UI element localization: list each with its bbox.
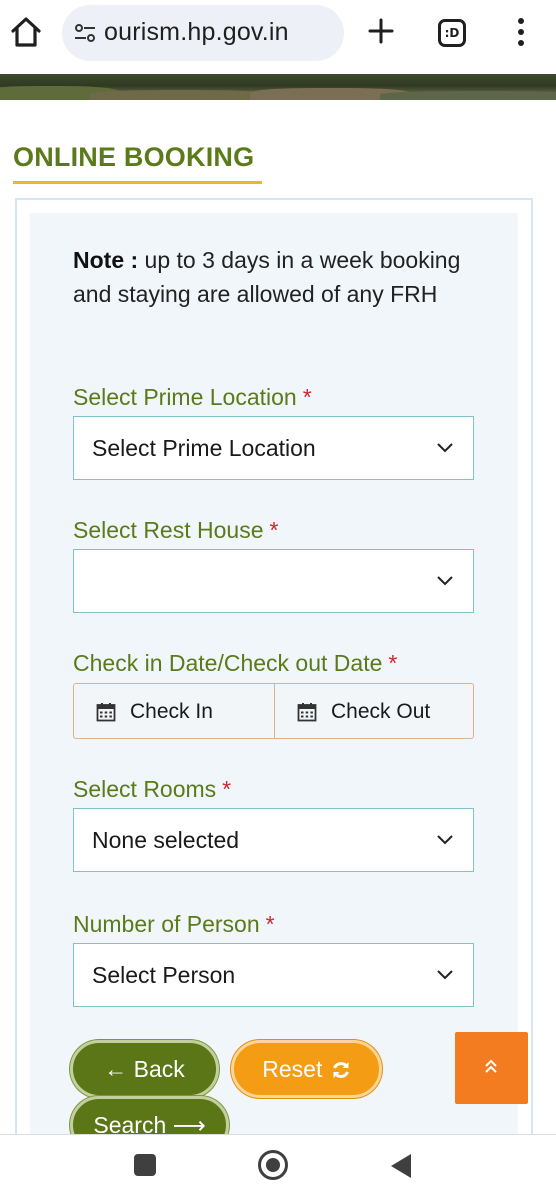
header-banner-image — [0, 74, 556, 100]
rest-house-label: Select Rest House * — [73, 517, 279, 543]
tabs-icon[interactable]: :D — [438, 19, 466, 47]
booking-note: Note : up to 3 days in a week booking an… — [73, 243, 473, 311]
refresh-icon — [332, 1062, 349, 1078]
prime-location-select[interactable]: Select Prime Location — [73, 416, 474, 480]
chevron-down-icon — [437, 443, 453, 453]
reset-button[interactable]: Reset — [231, 1040, 382, 1098]
required-mark: * — [302, 384, 312, 410]
chevron-down-icon — [437, 576, 453, 586]
check-in-field[interactable]: Check In — [74, 684, 274, 738]
calendar-icon — [96, 703, 116, 722]
rooms-label: Select Rooms * — [73, 776, 232, 802]
browser-toolbar: ourism.hp.gov.in :D — [0, 0, 556, 74]
recents-icon[interactable] — [134, 1154, 156, 1176]
back-triangle-icon[interactable] — [391, 1154, 411, 1178]
double-chevron-up-icon — [485, 1059, 497, 1073]
prime-location-label: Select Prime Location * — [73, 384, 312, 410]
check-in-text: Check In — [130, 700, 213, 723]
scroll-to-top-button[interactable] — [455, 1032, 528, 1104]
rest-house-select[interactable] — [73, 549, 474, 613]
more-vert-icon[interactable] — [511, 14, 531, 50]
persons-label: Number of Person * — [73, 911, 275, 937]
rooms-select[interactable]: None selected — [73, 808, 474, 872]
chevron-down-icon — [437, 835, 453, 845]
check-out-field[interactable]: Check Out — [275, 684, 475, 738]
check-out-text: Check Out — [331, 700, 431, 723]
required-mark: * — [388, 650, 398, 676]
back-button[interactable]: ← Back — [70, 1040, 219, 1098]
plus-icon[interactable] — [366, 16, 396, 46]
chevron-down-icon — [437, 970, 453, 980]
address-bar[interactable]: ourism.hp.gov.in — [62, 5, 344, 61]
calendar-icon — [297, 703, 317, 722]
persons-value: Select Person — [92, 962, 236, 988]
prime-location-value: Select Prime Location — [92, 435, 316, 461]
tune-icon[interactable] — [74, 24, 96, 42]
reset-label: Reset — [262, 1056, 323, 1082]
page-title: ONLINE BOOKING — [13, 142, 255, 172]
home-icon[interactable] — [8, 14, 44, 50]
home-circle-icon[interactable] — [258, 1150, 288, 1180]
system-navigation-bar — [0, 1134, 556, 1200]
required-mark: * — [222, 776, 232, 802]
note-label: Note : — [73, 247, 139, 273]
title-underline — [13, 181, 262, 184]
date-range-picker: Check In Check Out — [73, 683, 474, 739]
url-text[interactable]: ourism.hp.gov.in — [104, 18, 289, 47]
rooms-value: None selected — [92, 827, 240, 853]
dates-label: Check in Date/Check out Date * — [73, 650, 398, 676]
persons-select[interactable]: Select Person — [73, 943, 474, 1007]
required-mark: * — [265, 911, 275, 937]
required-mark: * — [269, 517, 279, 543]
